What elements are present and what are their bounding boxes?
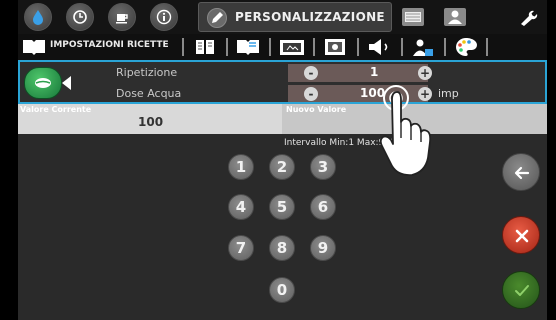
recipe-parameters: Ripetizione - 1 + Dose Acqua - 100 + imp: [18, 60, 547, 104]
divider: [444, 38, 446, 56]
tab-water[interactable]: [24, 3, 52, 31]
palette-icon: [456, 38, 477, 56]
keypad-key-3[interactable]: 3: [310, 154, 336, 180]
subtab-impostazioni-ricette[interactable]: IMPOSTAZIONI RICETTE: [20, 36, 180, 58]
new-value-label: Nuovo Valore: [286, 105, 347, 114]
tab-info[interactable]: [150, 3, 178, 31]
subtab-book[interactable]: [192, 36, 222, 58]
speaker-icon: [369, 39, 388, 55]
selection-highlight: [18, 60, 547, 104]
divider: [182, 38, 184, 56]
subtab-open-book[interactable]: [234, 36, 264, 58]
image-icon: [325, 39, 345, 55]
current-value: 100: [138, 115, 164, 129]
display-icon: [280, 40, 304, 55]
subtab-person[interactable]: [409, 36, 439, 58]
divider: [313, 38, 315, 56]
keypad-key-2[interactable]: 2: [269, 154, 295, 180]
book-icon: [196, 40, 214, 54]
tab-settings[interactable]: [518, 7, 538, 31]
keypad-key-4[interactable]: 4: [228, 194, 254, 220]
keypad-key-6[interactable]: 6: [310, 194, 336, 220]
keypad-key-0[interactable]: 0: [269, 277, 295, 303]
cancel-x-icon: [515, 229, 529, 243]
keypad-key-1[interactable]: 1: [228, 154, 254, 180]
subtab-image[interactable]: [321, 36, 351, 58]
keyboard-icon: [402, 8, 424, 26]
subtab-palette[interactable]: [452, 36, 482, 58]
service-icon: [444, 8, 466, 26]
wrench-icon: [521, 10, 538, 26]
tab-keyboard[interactable]: [400, 4, 426, 30]
current-value-label: Valore Corrente: [20, 105, 92, 114]
open-book-icon: [237, 40, 259, 55]
sub-tab-bar: IMPOSTAZIONI RICETTE: [18, 34, 547, 61]
divider: [486, 38, 488, 56]
tab-clock[interactable]: [66, 3, 94, 31]
subtab-display[interactable]: [277, 36, 309, 58]
tab-personalizzazione[interactable]: PERSONALIZZAZIONE: [198, 2, 392, 32]
tab-personalizzazione-label: PERSONALIZZAZIONE: [235, 10, 385, 24]
keypad-key-9[interactable]: 9: [310, 235, 336, 261]
divider: [269, 38, 271, 56]
current-value-box: Valore Corrente 100: [18, 104, 282, 134]
person-icon: [413, 39, 433, 56]
touch-hand-icon: [370, 80, 440, 184]
clock-icon: [73, 10, 87, 24]
screen: PERSONALIZZAZIONE IMPOSTAZIONI RICETTE R…: [18, 0, 547, 320]
divider: [357, 38, 359, 56]
divider: [226, 38, 228, 56]
back-arrow-icon: [514, 166, 530, 180]
confirm-button[interactable]: [502, 271, 540, 309]
keypad-key-7[interactable]: 7: [228, 235, 254, 261]
subtab-sound[interactable]: [365, 36, 395, 58]
checkmark-icon: [515, 285, 529, 296]
cancel-button[interactable]: [502, 216, 540, 254]
tab-cup[interactable]: [108, 3, 136, 31]
top-tab-bar: PERSONALIZZAZIONE: [18, 0, 547, 34]
keypad-key-5[interactable]: 5: [269, 194, 295, 220]
cup-icon: [116, 14, 128, 24]
backspace-button[interactable]: [502, 153, 540, 191]
subtab-label: IMPOSTAZIONI RICETTE: [50, 40, 169, 50]
recipe-book-icon: [23, 40, 45, 55]
water-drop-icon: [33, 10, 43, 25]
tab-service[interactable]: [442, 4, 468, 30]
divider: [401, 38, 403, 56]
keypad-key-8[interactable]: 8: [269, 235, 295, 261]
info-icon: [156, 9, 172, 25]
value-panel: Valore Corrente 100 Nuovo Valore: [18, 104, 547, 134]
pencil-icon: [207, 8, 227, 28]
